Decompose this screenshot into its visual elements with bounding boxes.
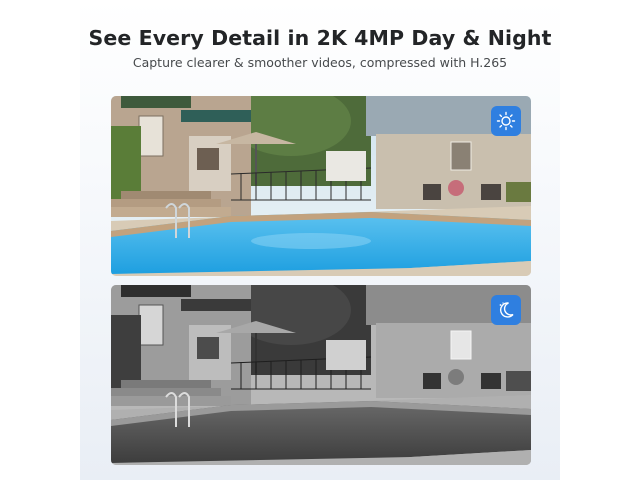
page-subtitle: Capture clearer & smoother videos, compr… xyxy=(132,55,508,70)
page-title: See Every Detail in 2K 4MP Day & Night xyxy=(88,26,552,50)
day-mode-photo xyxy=(111,96,531,276)
moon-icon xyxy=(499,302,514,318)
night-mode-badge xyxy=(491,295,521,325)
day-mode-badge xyxy=(491,106,521,136)
sun-icon xyxy=(496,111,516,131)
night-mode-photo xyxy=(111,285,531,465)
